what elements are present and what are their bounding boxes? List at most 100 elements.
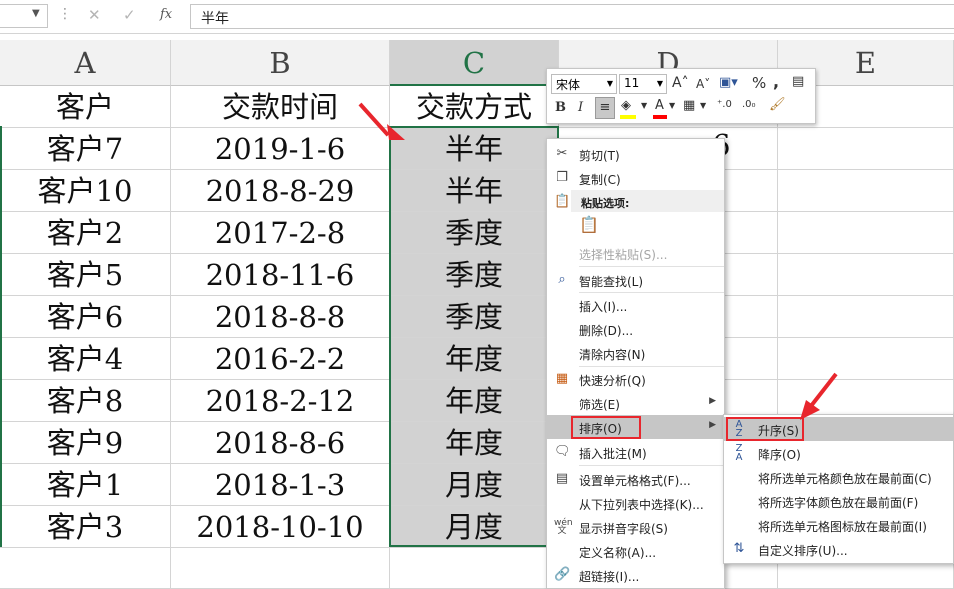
cell-e4[interactable] [778,212,954,254]
name-box-dropdown-icon[interactable]: ▼ [32,8,40,19]
cell-a10[interactable]: 客户1 [0,464,171,506]
column-header-b[interactable]: B [171,40,390,86]
cell-a6[interactable]: 客户6 [0,296,171,338]
cell-e2[interactable] [778,128,954,170]
cell-b8[interactable]: 2018-2-12 [171,380,390,422]
decrease-font-icon[interactable]: A˅ [696,77,710,91]
increase-decimal-icon[interactable]: ⁺.0 [717,99,732,110]
format-cells-icon: ▤ [555,471,569,486]
cell-b9[interactable]: 2018-8-6 [171,422,390,464]
menu-item-label: 插入批注(M) [579,447,647,461]
cell-a9[interactable]: 客户9 [0,422,171,464]
format-painter-icon[interactable]: 🖌 [769,97,786,112]
font-color-icon[interactable]: A [655,98,664,113]
menu-item-clear[interactable]: 清除内容(N) [547,341,724,365]
cell-a3[interactable]: 客户10 [0,170,171,212]
menu-item-insert[interactable]: 插入(I)... [547,293,724,317]
header-cell-c[interactable]: 交款方式 [390,86,559,128]
cell-a4[interactable]: 客户2 [0,212,171,254]
cell-b12[interactable] [171,548,390,589]
menu-item-filter[interactable]: 筛选(E) ▶ [547,391,724,415]
submenu-item-icon-top[interactable]: 将所选单元格图标放在最前面(I) [724,513,953,537]
cell-c4[interactable]: 季度 [390,212,559,254]
column-header-a[interactable]: A [0,40,171,86]
borders-icon[interactable]: ▦ [683,98,695,113]
format-table-icon[interactable]: ▤ [792,74,804,89]
cell-b4[interactable]: 2017-2-8 [171,212,390,254]
cell-b10[interactable]: 2018-1-3 [171,464,390,506]
cell-c12[interactable] [390,548,559,589]
paste-clipboard-icon[interactable]: 📋 [579,215,599,237]
cell-e3[interactable] [778,170,954,212]
cell-c7[interactable]: 年度 [390,338,559,380]
fill-color-icon[interactable]: ◈ [621,98,631,113]
cell-b3[interactable]: 2018-8-29 [171,170,390,212]
menu-item-define-name[interactable]: 定义名称(A)... [547,539,724,563]
cell-b5[interactable]: 2018-11-6 [171,254,390,296]
cell-c10[interactable]: 月度 [390,464,559,506]
submenu-item-font-color-top[interactable]: 将所选字体颜色放在最前面(F) [724,489,953,513]
menu-item-phonetic[interactable]: wén 文 显示拼音字段(S) [547,515,724,539]
menu-item-label: 从下拉列表中选择(K)... [579,498,704,512]
cell-b11[interactable]: 2018-10-10 [171,506,390,548]
menu-item-quick-analysis[interactable]: ▦ 快速分析(Q) [547,367,724,391]
menu-item-insert-comment[interactable]: 🗨 插入批注(M) [547,440,724,464]
menu-item-label: 插入(I)... [579,300,628,314]
cancel-icon[interactable]: ✕ [88,6,101,24]
menu-item-delete[interactable]: 删除(D)... [547,317,724,341]
align-center-icon[interactable]: ≡ [595,97,615,119]
menu-item-label: 智能查找(L) [579,275,644,289]
menu-item-format-cells[interactable]: ▤ 设置单元格格式(F)... [547,467,724,491]
submenu-arrow-icon: ▶ [709,396,716,406]
font-size-select[interactable]: 11 ▼ [619,74,667,94]
cell-a7[interactable]: 客户4 [0,338,171,380]
cell-a12[interactable] [0,548,171,589]
font-name-select[interactable]: 宋体 ▼ [551,74,617,94]
cell-c3[interactable]: 半年 [390,170,559,212]
menu-item-smart-lookup[interactable]: ⌕ 智能查找(L) [547,268,724,292]
name-box[interactable] [0,4,48,28]
increase-font-icon[interactable]: A˄ [672,75,689,91]
formula-input[interactable]: 半年 [190,4,954,29]
cell-a2[interactable]: 客户7 [0,128,171,170]
cell-e6[interactable] [778,296,954,338]
cell-e5[interactable] [778,254,954,296]
cell-b7[interactable]: 2016-2-2 [171,338,390,380]
cell-c9[interactable]: 年度 [390,422,559,464]
header-cell-a[interactable]: 客户 [0,86,171,128]
bold-button[interactable]: B [555,100,566,115]
cell-c11[interactable]: 月度 [390,506,559,548]
menu-item-cut[interactable]: ✂ 剪切(T) [547,142,724,166]
submenu-item-sort-desc[interactable]: ZA 降序(O) [724,441,953,465]
cell-c6[interactable]: 季度 [390,296,559,338]
cell-c2[interactable]: 半年 [390,128,559,170]
chevron-down-icon[interactable]: ▼ [700,101,706,110]
insert-function-icon[interactable]: fx [160,7,172,22]
cell-a11[interactable]: 客户3 [0,506,171,548]
header-cell-b[interactable]: 交款时间 [171,86,390,128]
chevron-down-icon[interactable]: ▼ [641,101,647,110]
cell-b6[interactable]: 2018-8-8 [171,296,390,338]
cell-e7[interactable] [778,338,954,380]
scissors-icon: ✂ [556,146,568,161]
italic-button[interactable]: I [578,100,583,115]
currency-format-icon[interactable]: ▣▾ [719,75,738,90]
menu-item-paste-special[interactable]: 选择性粘贴(S)... [547,241,724,265]
decrease-decimal-icon[interactable]: .0₀ [742,99,756,110]
chevron-down-icon[interactable]: ▼ [669,101,675,110]
menu-item-pick-list[interactable]: 从下拉列表中选择(K)... [547,491,724,515]
comma-style-button[interactable]: , [773,72,779,91]
cell-b2[interactable]: 2019-1-6 [171,128,390,170]
cell-c5[interactable]: 季度 [390,254,559,296]
column-header-c[interactable]: C [390,40,559,86]
cell-c8[interactable]: 年度 [390,380,559,422]
enter-icon[interactable]: ✓ [123,6,136,24]
percent-button[interactable]: % [752,74,766,92]
menu-item-copy[interactable]: ❐ 复制(C) [547,166,724,190]
cell-a8[interactable]: 客户8 [0,380,171,422]
menu-item-hyperlink[interactable]: 🔗 超链接(I)... [547,563,724,587]
submenu-item-cell-color-top[interactable]: 将所选单元格颜色放在最前面(C) [724,465,953,489]
submenu-item-custom-sort[interactable]: ⇅ 自定义排序(U)... [724,537,953,561]
cell-a5[interactable]: 客户5 [0,254,171,296]
menu-item-label: 清除内容(N) [579,348,646,362]
